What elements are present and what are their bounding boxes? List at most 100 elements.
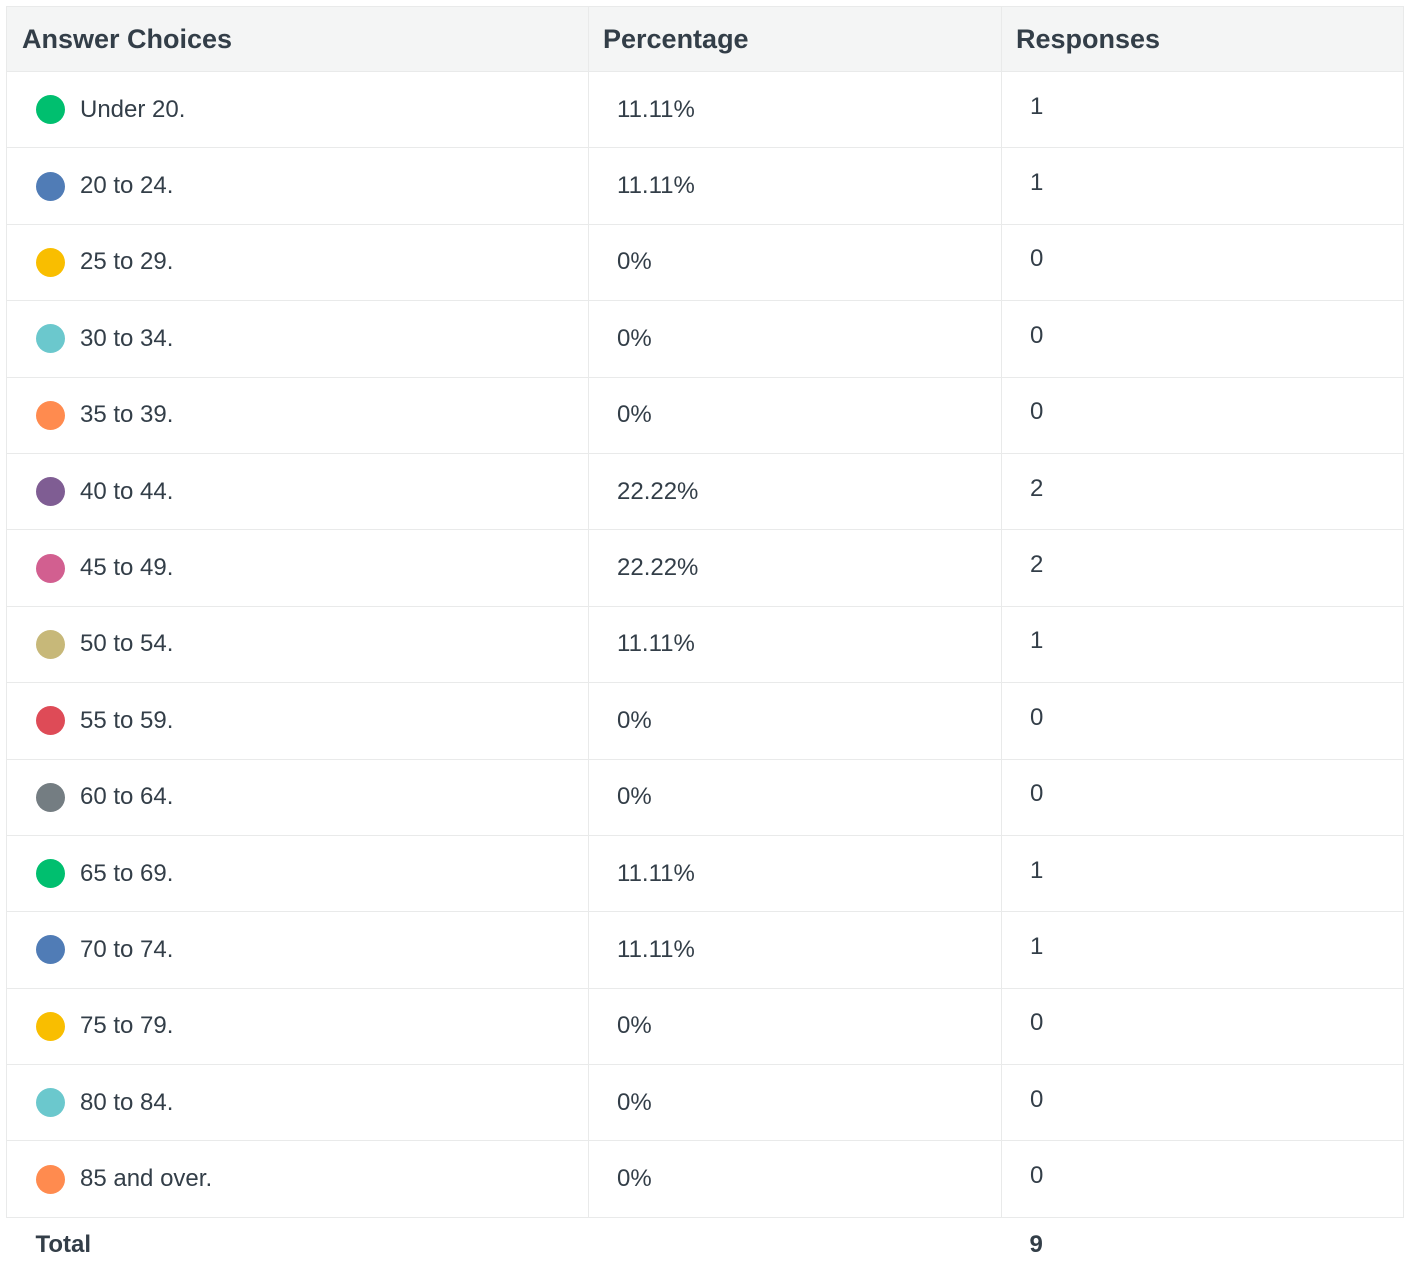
- answer-choice-cell: 40 to 44.: [6, 452, 589, 531]
- legend-color-dot-icon: [36, 935, 65, 965]
- percentage-value: 0%: [588, 223, 1002, 302]
- responses-value: 0: [1030, 703, 1044, 731]
- responses-cell: 0: [1001, 376, 1404, 454]
- answer-choice-cell: 35 to 39.: [6, 376, 589, 454]
- responses-value: 1: [1030, 932, 1044, 960]
- table-row: 20 to 24. 11.11% 1: [6, 147, 1404, 225]
- legend-color-dot-icon: [36, 553, 65, 583]
- table-row: 60 to 64. 0% 0: [6, 758, 1404, 836]
- answer-choice-label: 35 to 39.: [80, 401, 174, 429]
- answer-choice-label: 60 to 64.: [80, 783, 174, 811]
- responses-cell: 1: [1001, 605, 1404, 684]
- responses-cell: 0: [1001, 1140, 1404, 1218]
- responses-cell: 0: [1001, 300, 1404, 378]
- answer-choice-cell: 85 and over.: [6, 1140, 589, 1218]
- answer-choice-cell: 70 to 74.: [6, 911, 589, 989]
- answer-choice-label: 25 to 29.: [80, 248, 174, 276]
- percentage-value: 11.11%: [588, 147, 1002, 225]
- answer-choice-label: 45 to 49.: [80, 554, 174, 582]
- responses-value: 2: [1030, 474, 1044, 502]
- percentage-value: 0%: [588, 1140, 1002, 1218]
- responses-value: 1: [1030, 92, 1044, 120]
- percentage-value: 0%: [588, 376, 1002, 454]
- table-row: 80 to 84. 0% 0: [6, 1064, 1404, 1142]
- responses-value: 0: [1030, 1162, 1044, 1190]
- legend-color-dot-icon: [36, 782, 65, 812]
- table-row: 25 to 29. 0% 0: [6, 223, 1404, 302]
- responses-value: 1: [1030, 856, 1044, 884]
- table-row: 30 to 34. 0% 0: [6, 300, 1404, 378]
- legend-color-dot-icon: [36, 1164, 65, 1194]
- percentage-value: 0%: [588, 1064, 1002, 1142]
- percentage-value: 0%: [588, 682, 1002, 760]
- responses-value: 0: [1030, 1009, 1044, 1037]
- responses-value: 0: [1030, 321, 1044, 349]
- answer-choice-label: 80 to 84.: [80, 1088, 174, 1116]
- table-body: Under 20. 11.11% 1 20 to 24. 11.11% 1 25 to 29…: [6, 70, 1404, 1272]
- responses-cell: 1: [1001, 70, 1404, 149]
- table-row: 65 to 69. 11.11% 1: [6, 834, 1404, 913]
- answer-choice-cell: 20 to 24.: [6, 147, 589, 225]
- responses-value: 0: [1030, 398, 1044, 426]
- percentage-value: 0%: [588, 300, 1002, 378]
- responses-cell: 0: [1001, 1064, 1404, 1142]
- responses-value: 0: [1030, 245, 1044, 273]
- column-header-responses[interactable]: Responses: [1001, 6, 1404, 72]
- column-header-percentage[interactable]: Percentage: [588, 6, 1002, 72]
- responses-cell: 0: [1001, 223, 1404, 302]
- responses-value: 0: [1030, 780, 1044, 808]
- table-row: Under 20. 11.11% 1: [6, 70, 1404, 149]
- percentage-value: 11.11%: [588, 911, 1002, 989]
- answer-choice-cell: Under 20.: [6, 70, 589, 149]
- responses-cell: 1: [1001, 147, 1404, 225]
- table-row: 75 to 79. 0% 0: [6, 987, 1404, 1066]
- responses-cell: 0: [1001, 682, 1404, 760]
- results-table: Answer Choices Percentage Responses Unde…: [6, 6, 1404, 1272]
- table-row: 45 to 49. 22.22% 2: [6, 529, 1404, 607]
- answer-choice-label: 55 to 59.: [80, 706, 174, 734]
- answer-choice-cell: 65 to 69.: [6, 834, 589, 913]
- table-row: 50 to 54. 11.11% 1: [6, 605, 1404, 684]
- responses-value: 1: [1030, 627, 1044, 655]
- answer-choice-cell: 80 to 84.: [6, 1064, 589, 1142]
- percentage-value: 22.22%: [588, 452, 1002, 531]
- header-row: Answer Choices Percentage Responses: [6, 6, 1404, 72]
- answer-choice-cell: 45 to 49.: [6, 529, 589, 607]
- legend-color-dot-icon: [36, 629, 65, 659]
- total-label: Total: [6, 1216, 1002, 1272]
- legend-color-dot-icon: [36, 324, 65, 354]
- table-row: 70 to 74. 11.11% 1: [6, 911, 1404, 989]
- responses-cell: 2: [1001, 452, 1404, 531]
- responses-value: 1: [1030, 169, 1044, 197]
- legend-color-dot-icon: [36, 1088, 65, 1118]
- legend-color-dot-icon: [36, 171, 65, 201]
- answer-choice-label: 30 to 34.: [80, 324, 174, 352]
- answer-choice-cell: 50 to 54.: [6, 605, 589, 684]
- answer-choice-label: 70 to 74.: [80, 935, 174, 963]
- total-row: Total 9: [6, 1216, 1404, 1272]
- responses-cell: 0: [1001, 758, 1404, 836]
- legend-color-dot-icon: [36, 477, 65, 507]
- legend-color-dot-icon: [36, 400, 65, 430]
- legend-color-dot-icon: [36, 1011, 65, 1041]
- legend-color-dot-icon: [36, 247, 65, 277]
- percentage-value: 11.11%: [588, 605, 1002, 684]
- answer-choice-cell: 60 to 64.: [6, 758, 589, 836]
- table-row: 40 to 44. 22.22% 2: [6, 452, 1404, 531]
- percentage-value: 11.11%: [588, 70, 1002, 149]
- answer-choice-label: 85 and over.: [80, 1165, 213, 1193]
- legend-color-dot-icon: [36, 95, 65, 125]
- column-header-answer-choices[interactable]: Answer Choices: [6, 6, 589, 72]
- responses-value: 0: [1030, 1085, 1044, 1113]
- answer-choice-label: 50 to 54.: [80, 630, 174, 658]
- answer-choice-label: 40 to 44.: [80, 477, 174, 505]
- table-row: 85 and over. 0% 0: [6, 1140, 1404, 1218]
- legend-color-dot-icon: [36, 706, 65, 736]
- answer-choice-cell: 25 to 29.: [6, 223, 589, 302]
- responses-cell: 1: [1001, 834, 1404, 913]
- percentage-value: 0%: [588, 758, 1002, 836]
- percentage-value: 11.11%: [588, 834, 1002, 913]
- legend-color-dot-icon: [36, 859, 65, 889]
- answer-choice-cell: 75 to 79.: [6, 987, 589, 1066]
- table-row: 55 to 59. 0% 0: [6, 682, 1404, 760]
